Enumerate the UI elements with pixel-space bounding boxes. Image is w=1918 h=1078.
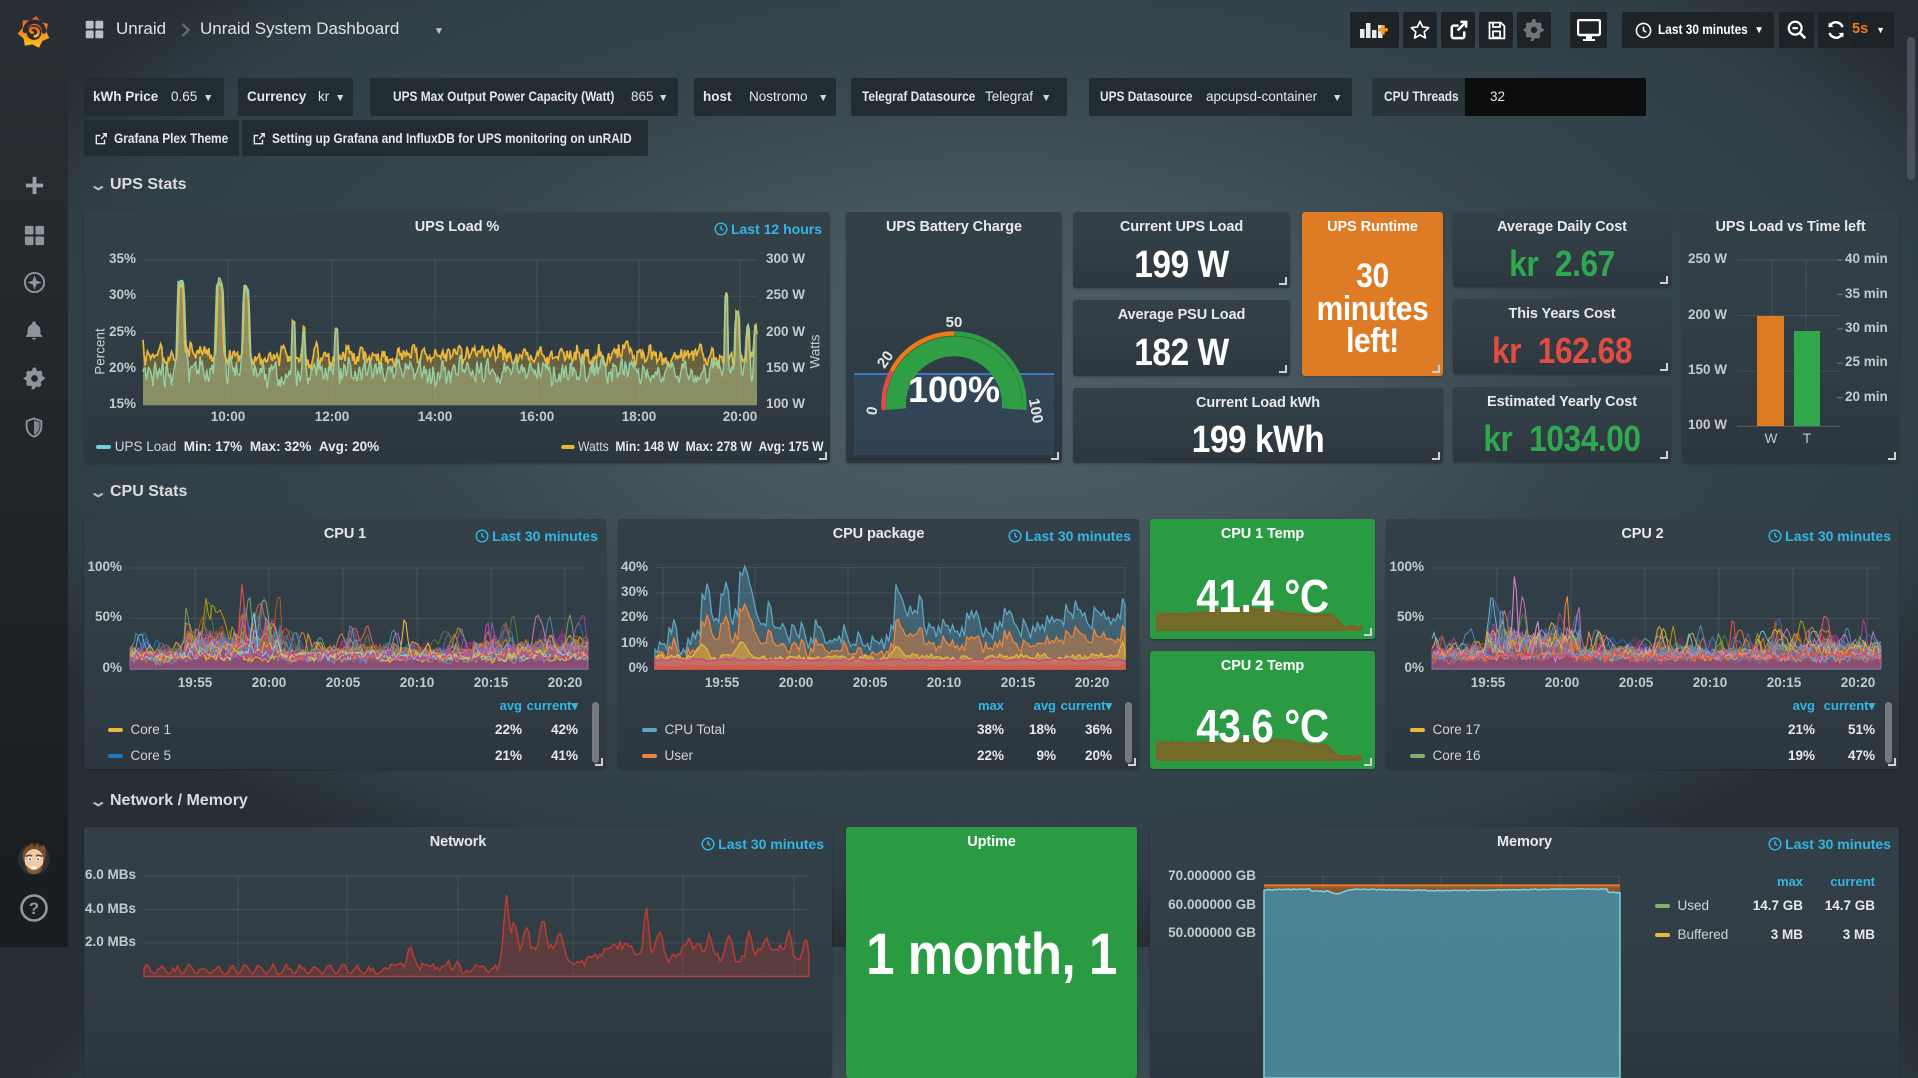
svg-text:100: 100: [1025, 397, 1046, 425]
svg-text:50: 50: [946, 314, 963, 331]
svg-text:100%: 100%: [908, 369, 1000, 410]
svg-text:?: ?: [29, 899, 39, 918]
svg-text:0: 0: [863, 405, 881, 416]
